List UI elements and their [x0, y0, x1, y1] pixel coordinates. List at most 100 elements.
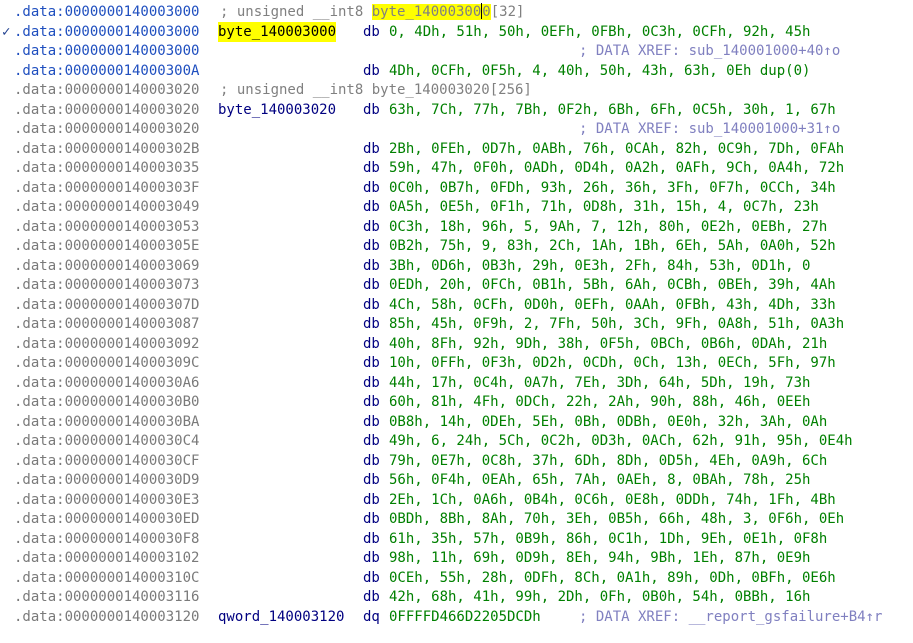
- operands[interactable]: 85h, 45h, 0F9h, 2, 7Fh, 50h, 3Ch, 9Fh, 0…: [389, 314, 844, 334]
- listing-line[interactable]: .data:000000014000309C db 10h, 0FFh, 0F3h,…: [0, 353, 913, 373]
- operands[interactable]: 0EDh, 20h, 0FCh, 0B1h, 5Bh, 6Ah, 0CBh, 0…: [389, 275, 836, 295]
- listing-line[interactable]: .data:000000014000303F db 0C0h, 0B7h, 0FDh…: [0, 178, 913, 198]
- listing-line[interactable]: .data:00000001400030ED db 0BDh, 8Bh, 8Ah, …: [0, 509, 913, 529]
- listing-line[interactable]: .data:0000000140003087 db 85h, 45h, 0F9h, …: [0, 314, 913, 334]
- listing-line[interactable]: .data:00000001400030C4 db 49h, 6, 24h, 5Ch…: [0, 431, 913, 451]
- listing-line[interactable]: .data:0000000140003073 db 0EDh, 20h, 0FCh,…: [0, 275, 913, 295]
- xref-comment[interactable]: ; DATA XREF: __report_gsfailure+B4↑r: [579, 607, 882, 627]
- operands[interactable]: 0CEh, 55h, 28h, 0DFh, 8Ch, 0A1h, 89h, 0D…: [389, 568, 836, 588]
- address[interactable]: .data:000000014000309C: [14, 353, 199, 373]
- operands[interactable]: 4Ch, 58h, 0CFh, 0D0h, 0EFh, 0AAh, 0FBh, …: [389, 295, 836, 315]
- operands[interactable]: 79h, 0E7h, 0C8h, 37h, 6Dh, 8Dh, 0D5h, 4E…: [389, 451, 827, 471]
- address[interactable]: .data:000000014000307D: [14, 295, 199, 315]
- address[interactable]: .data:00000001400030B0: [14, 392, 199, 412]
- address[interactable]: .data:000000014000305E: [14, 236, 199, 256]
- data-label[interactable]: byte_140003020: [218, 100, 336, 120]
- listing-line[interactable]: .data:0000000140003000 ; unsigned __int8 …: [0, 2, 913, 22]
- listing-line[interactable]: .data:00000001400030A6 db 44h, 17h, 0C4h, …: [0, 373, 913, 393]
- operands[interactable]: 0BDh, 8Bh, 8Ah, 70h, 3Eh, 0B5h, 66h, 48h…: [389, 509, 844, 529]
- address[interactable]: .data:0000000140003020: [14, 80, 199, 100]
- highlighted-name[interactable]: byte_140003000: [371, 3, 491, 20]
- operands[interactable]: 44h, 17h, 0C4h, 0A7h, 7Eh, 3Dh, 64h, 5Dh…: [389, 373, 810, 393]
- address[interactable]: .data:000000014000302B: [14, 139, 199, 159]
- address[interactable]: .data:0000000140003073: [14, 275, 199, 295]
- address[interactable]: .data:00000001400030ED: [14, 509, 199, 529]
- address[interactable]: .data:00000001400030F8: [14, 529, 199, 549]
- xref-comment[interactable]: ; DATA XREF: sub_140001000+40↑o: [579, 41, 840, 61]
- address[interactable]: .data:0000000140003053: [14, 217, 199, 237]
- data-label[interactable]: byte_140003000: [218, 21, 337, 42]
- address[interactable]: .data:000000014000303F: [14, 178, 199, 198]
- address[interactable]: .data:0000000140003000: [14, 2, 199, 22]
- listing-line[interactable]: .data:0000000140003049 db 0A5h, 0E5h, 0F1h…: [0, 197, 913, 217]
- operands[interactable]: 59h, 47h, 0F0h, 0ADh, 0D4h, 0A2h, 0AFh, …: [389, 158, 844, 178]
- listing-line[interactable]: .data:000000014000310C db 0CEh, 55h, 28h, …: [0, 568, 913, 588]
- address[interactable]: .data:00000001400030BA: [14, 412, 199, 432]
- operands[interactable]: 60h, 81h, 4Fh, 0DCh, 22h, 2Ah, 90h, 88h,…: [389, 392, 810, 412]
- listing-line[interactable]: .data:000000014000300A db 4Dh, 0CFh, 0F5h,…: [0, 61, 913, 81]
- address[interactable]: .data:0000000140003120: [14, 607, 199, 627]
- listing-line[interactable]: .data:0000000140003069 db 3Bh, 0D6h, 0B3h,…: [0, 256, 913, 276]
- operands[interactable]: 0A5h, 0E5h, 0F1h, 71h, 0D8h, 31h, 15h, 4…: [389, 197, 819, 217]
- address[interactable]: .data:0000000140003020: [14, 100, 199, 120]
- operands[interactable]: 10h, 0FFh, 0F3h, 0D2h, 0CDh, 0Ch, 13h, 0…: [389, 353, 836, 373]
- address[interactable]: .data:0000000140003102: [14, 548, 199, 568]
- listing-line[interactable]: .data:0000000140003116 db 42h, 68h, 41h, 9…: [0, 587, 913, 607]
- address[interactable]: .data:000000014000300A: [14, 61, 199, 81]
- listing-line[interactable]: ✓ .data:0000000140003000 byte_140003000 db 0…: [0, 21, 913, 42]
- operands[interactable]: 0C0h, 0B7h, 0FDh, 93h, 26h, 36h, 3Fh, 0F…: [389, 178, 836, 198]
- address[interactable]: .data:0000000140003049: [14, 197, 199, 217]
- address[interactable]: .data:0000000140003000: [14, 41, 199, 61]
- operands[interactable]: 40h, 8Fh, 92h, 9Dh, 38h, 0F5h, 0BCh, 0B6…: [389, 334, 827, 354]
- operands[interactable]: 0, 4Dh, 51h, 50h, 0EFh, 0FBh, 0C3h, 0CFh…: [389, 22, 810, 42]
- operands[interactable]: 0C3h, 18h, 96h, 5, 9Ah, 7, 12h, 80h, 0E2…: [389, 217, 827, 237]
- address[interactable]: .data:0000000140003000: [14, 22, 199, 42]
- address[interactable]: .data:00000001400030A6: [14, 373, 199, 393]
- address[interactable]: .data:0000000140003069: [14, 256, 199, 276]
- listing-line[interactable]: .data:0000000140003035 db 59h, 47h, 0F0h, …: [0, 158, 913, 178]
- operands[interactable]: 4Dh, 0CFh, 0F5h, 4, 40h, 50h, 43h, 63h, …: [389, 61, 810, 81]
- operands[interactable]: 98h, 11h, 69h, 0D9h, 8Eh, 94h, 9Bh, 1Eh,…: [389, 548, 810, 568]
- address[interactable]: .data:0000000140003035: [14, 158, 199, 178]
- listing-line[interactable]: .data:0000000140003053 db 0C3h, 18h, 96h, …: [0, 217, 913, 237]
- listing-line[interactable]: .data:00000001400030BA db 0B8h, 14h, 0DEh,…: [0, 412, 913, 432]
- address[interactable]: .data:00000001400030E3: [14, 490, 199, 510]
- operands[interactable]: 56h, 0F4h, 0EAh, 65h, 7Ah, 0AEh, 8, 0BAh…: [389, 470, 810, 490]
- listing-line[interactable]: .data:0000000140003120 qword_140003120 dq 0…: [0, 607, 913, 627]
- address[interactable]: .data:0000000140003020: [14, 119, 199, 139]
- operands[interactable]: 3Bh, 0D6h, 0B3h, 29h, 0E3h, 2Fh, 84h, 53…: [389, 256, 810, 276]
- listing-line[interactable]: .data:00000001400030F8 db 61h, 35h, 57h, 0…: [0, 529, 913, 549]
- operands[interactable]: 0B2h, 75h, 9, 83h, 2Ch, 1Ah, 1Bh, 6Eh, 5…: [389, 236, 836, 256]
- xref-comment[interactable]: ; DATA XREF: sub_140001000+31↑o: [579, 119, 840, 139]
- operands[interactable]: 49h, 6, 24h, 5Ch, 0C2h, 0D3h, 0ACh, 62h,…: [389, 431, 853, 451]
- address[interactable]: .data:00000001400030C4: [14, 431, 199, 451]
- listing-line[interactable]: .data:00000001400030B0 db 60h, 81h, 4Fh, 0…: [0, 392, 913, 412]
- operands[interactable]: 0B8h, 14h, 0DEh, 5Eh, 0Bh, 0DBh, 0E0h, 3…: [389, 412, 827, 432]
- listing-line[interactable]: .data:0000000140003020 byte_140003020 db 63…: [0, 100, 913, 120]
- operands[interactable]: 0FFFFD466D2205DCDh: [389, 607, 541, 627]
- address[interactable]: .data:00000001400030CF: [14, 451, 199, 471]
- listing-line[interactable]: .data:000000014000307D db 4Ch, 58h, 0CFh, …: [0, 295, 913, 315]
- operands[interactable]: 63h, 7Ch, 77h, 7Bh, 0F2h, 6Bh, 6Fh, 0C5h…: [389, 100, 836, 120]
- listing-line[interactable]: .data:0000000140003000 ; DATA XREF: sub_1…: [0, 41, 913, 61]
- address[interactable]: .data:0000000140003116: [14, 587, 199, 607]
- listing-line[interactable]: .data:00000001400030E3 db 2Eh, 1Ch, 0A6h, …: [0, 490, 913, 510]
- operands[interactable]: 2Eh, 1Ch, 0A6h, 0B4h, 0C6h, 0E8h, 0DDh, …: [389, 490, 836, 510]
- listing-line[interactable]: .data:00000001400030D9 db 56h, 0F4h, 0EAh,…: [0, 470, 913, 490]
- data-label[interactable]: qword_140003120: [218, 607, 344, 627]
- listing-line[interactable]: .data:0000000140003102 db 98h, 11h, 69h, 0…: [0, 548, 913, 568]
- operands[interactable]: 2Bh, 0FEh, 0D7h, 0ABh, 76h, 0CAh, 82h, 0…: [389, 139, 844, 159]
- listing-line[interactable]: .data:00000001400030CF db 79h, 0E7h, 0C8h,…: [0, 451, 913, 471]
- listing-line[interactable]: .data:0000000140003092 db 40h, 8Fh, 92h, 9…: [0, 334, 913, 354]
- address[interactable]: .data:0000000140003092: [14, 334, 199, 354]
- address[interactable]: .data:000000014000310C: [14, 568, 199, 588]
- listing-line[interactable]: .data:0000000140003020 ; unsigned __int8 …: [0, 80, 913, 100]
- listing-line[interactable]: .data:000000014000302B db 2Bh, 0FEh, 0D7h,…: [0, 139, 913, 159]
- listing-line[interactable]: .data:000000014000305E db 0B2h, 75h, 9, 83…: [0, 236, 913, 256]
- disassembly-listing[interactable]: .data:0000000140003000 ; unsigned __int8 …: [0, 0, 913, 643]
- listing-line[interactable]: .data:0000000140003020 ; DATA XREF: sub_1…: [0, 119, 913, 139]
- address[interactable]: .data:0000000140003087: [14, 314, 199, 334]
- address[interactable]: .data:00000001400030D9: [14, 470, 199, 490]
- operands[interactable]: 61h, 35h, 57h, 0B9h, 86h, 0C1h, 1Dh, 9Eh…: [389, 529, 827, 549]
- operands[interactable]: 42h, 68h, 41h, 99h, 2Dh, 0Fh, 0B0h, 54h,…: [389, 587, 810, 607]
